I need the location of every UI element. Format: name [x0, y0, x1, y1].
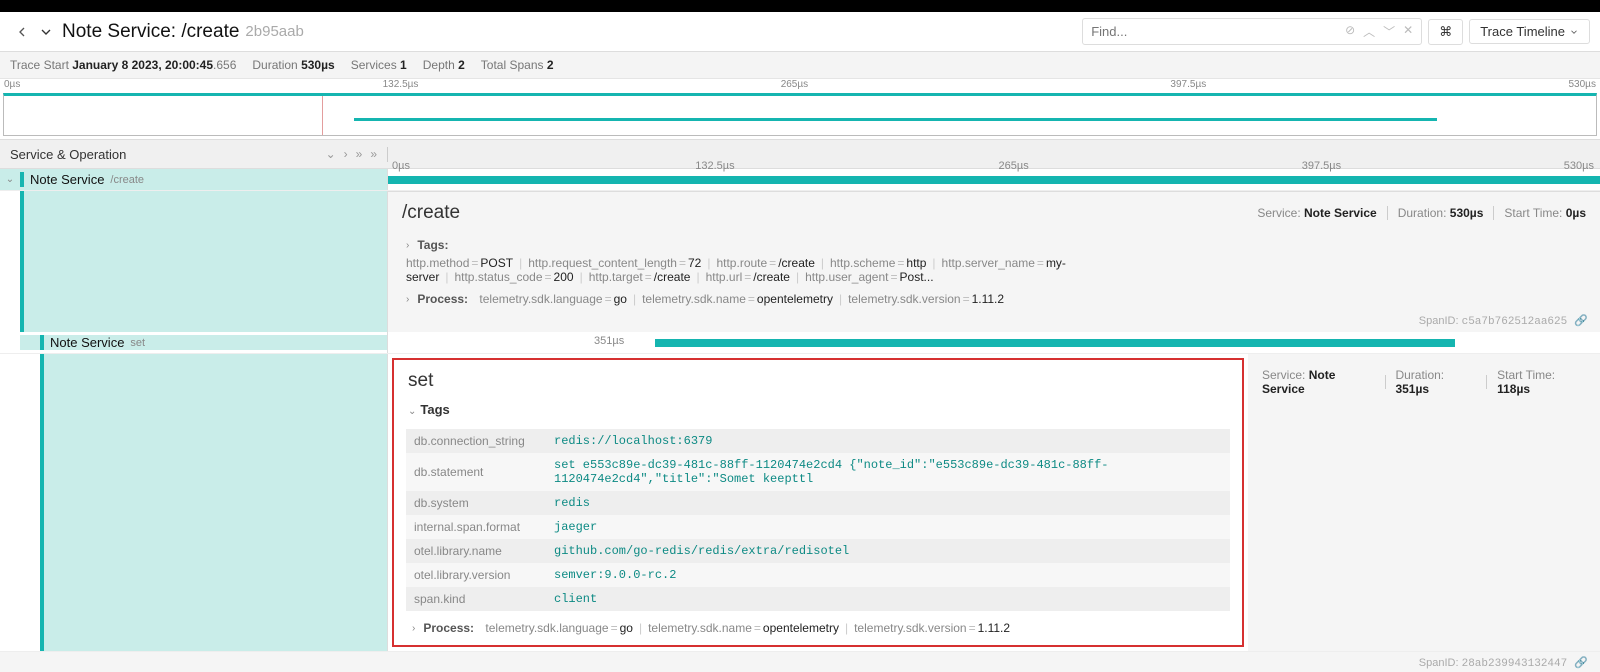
table-row: span.kindclient — [406, 587, 1230, 611]
find-controls: ⊘ ︿ ﹀ ✕ — [1345, 23, 1413, 40]
chevron-down-icon[interactable]: ﹀ — [1383, 23, 1395, 40]
chevron-right-icon[interactable]: › — [344, 147, 348, 161]
span-detail-row: /create Service: Note Service Duration: … — [0, 191, 1600, 332]
tags-section-header[interactable]: ⌄Tags — [394, 396, 1242, 423]
span-duration-label: 351µs — [594, 335, 624, 347]
double-chevron-right-icon[interactable]: » — [370, 147, 377, 161]
table-row: internal.span.formatjaeger — [406, 515, 1230, 539]
process-summary-line[interactable]: › Process: telemetry.sdk.language=go|tel… — [394, 617, 1242, 639]
span-detail-title: /create — [402, 202, 460, 224]
service-color-marker — [20, 172, 24, 187]
kbd-shortcut-button[interactable]: ⌘ — [1428, 19, 1463, 45]
chevron-up-icon[interactable]: ︿ — [1363, 23, 1375, 40]
table-row: db.statementset e553c89e-dc39-481c-88ff-… — [406, 453, 1230, 491]
span-service-name: Note Service — [30, 172, 104, 187]
chevron-down-icon[interactable]: ⌄ — [326, 147, 336, 161]
span-bar[interactable] — [655, 339, 1455, 347]
table-row: db.systemredis — [406, 491, 1230, 515]
double-chevron-down-icon[interactable]: » — [356, 147, 363, 161]
span-operation-name: /create — [110, 174, 144, 186]
span-row[interactable]: Note Service set 351µs — [0, 332, 1600, 354]
span-detail-title: set — [408, 370, 433, 392]
chevron-right-icon[interactable]: › — [412, 623, 415, 634]
back-arrow-icon[interactable] — [10, 20, 34, 44]
span-operation-name: set — [130, 337, 145, 349]
process-summary-line[interactable]: › Process: telemetry.sdk.language=go|tel… — [388, 288, 1600, 310]
find-input-wrap[interactable]: ⊘ ︿ ﹀ ✕ — [1082, 18, 1422, 45]
chevron-down-icon[interactable] — [34, 20, 58, 44]
close-icon[interactable]: ✕ — [1403, 23, 1413, 40]
span-detail-panel: /create Service: Note Service Duration: … — [388, 191, 1600, 332]
chevron-right-icon[interactable]: › — [406, 240, 409, 251]
table-row: db.connection_stringredis://localhost:63… — [406, 429, 1230, 453]
trace-header: Note Service: /create 2b95aab ⊘ ︿ ﹀ ✕ ⌘ … — [0, 12, 1600, 52]
table-row: otel.library.versionsemver:9.0.0-rc.2 — [406, 563, 1230, 587]
trace-timeline-dropdown[interactable]: Trace Timeline — [1469, 19, 1590, 44]
service-operation-header: Service & Operation — [10, 147, 126, 162]
tags-table: db.connection_stringredis://localhost:63… — [406, 429, 1230, 611]
minimap-body[interactable] — [3, 93, 1597, 136]
trace-id-short: 2b95aab — [245, 23, 303, 40]
top-dark-bar — [0, 0, 1600, 12]
trace-title-service: Note Service: /create — [62, 21, 239, 43]
clear-circle-icon[interactable]: ⊘ — [1345, 23, 1355, 40]
find-input[interactable] — [1091, 24, 1345, 39]
span-detail-row: set ⌄Tags db.connection_stringredis://lo… — [0, 354, 1600, 651]
highlighted-span-detail: set ⌄Tags db.connection_stringredis://lo… — [392, 358, 1244, 647]
span-row[interactable]: ⌄ Note Service /create — [0, 169, 1600, 191]
span-id-line: SpanID: c5a7b762512aa625 🔗 — [388, 310, 1600, 332]
span-id-line: SpanID: 28ab239943132447 🔗 — [0, 651, 1600, 672]
columns-header: Service & Operation ⌄ › » » 0µs 132.5µs … — [0, 139, 1600, 169]
tags-summary-line[interactable]: › Tags: http.method=POST|http.request_co… — [388, 234, 1600, 288]
span-bar[interactable] — [388, 176, 1600, 184]
table-row: otel.library.namegithub.com/go-redis/red… — [406, 539, 1230, 563]
chevron-down-icon: ⌄ — [408, 406, 416, 417]
link-icon[interactable]: 🔗 — [1574, 657, 1588, 669]
minimap-span-bar — [354, 118, 1437, 121]
span-service-name: Note Service — [50, 335, 124, 350]
service-color-marker — [40, 335, 44, 350]
trace-summary: Trace Start January 8 2023, 20:00:45.656… — [0, 52, 1600, 79]
link-icon[interactable]: 🔗 — [1574, 315, 1588, 327]
chevron-right-icon[interactable]: › — [406, 294, 409, 305]
minimap-marker — [322, 96, 323, 135]
minimap-ticks: 0µs 132.5µs 265µs 397.5µs 530µs — [0, 79, 1600, 90]
chevron-down-icon[interactable]: ⌄ — [6, 174, 14, 185]
minimap[interactable]: 0µs 132.5µs 265µs 397.5µs 530µs — [0, 79, 1600, 139]
